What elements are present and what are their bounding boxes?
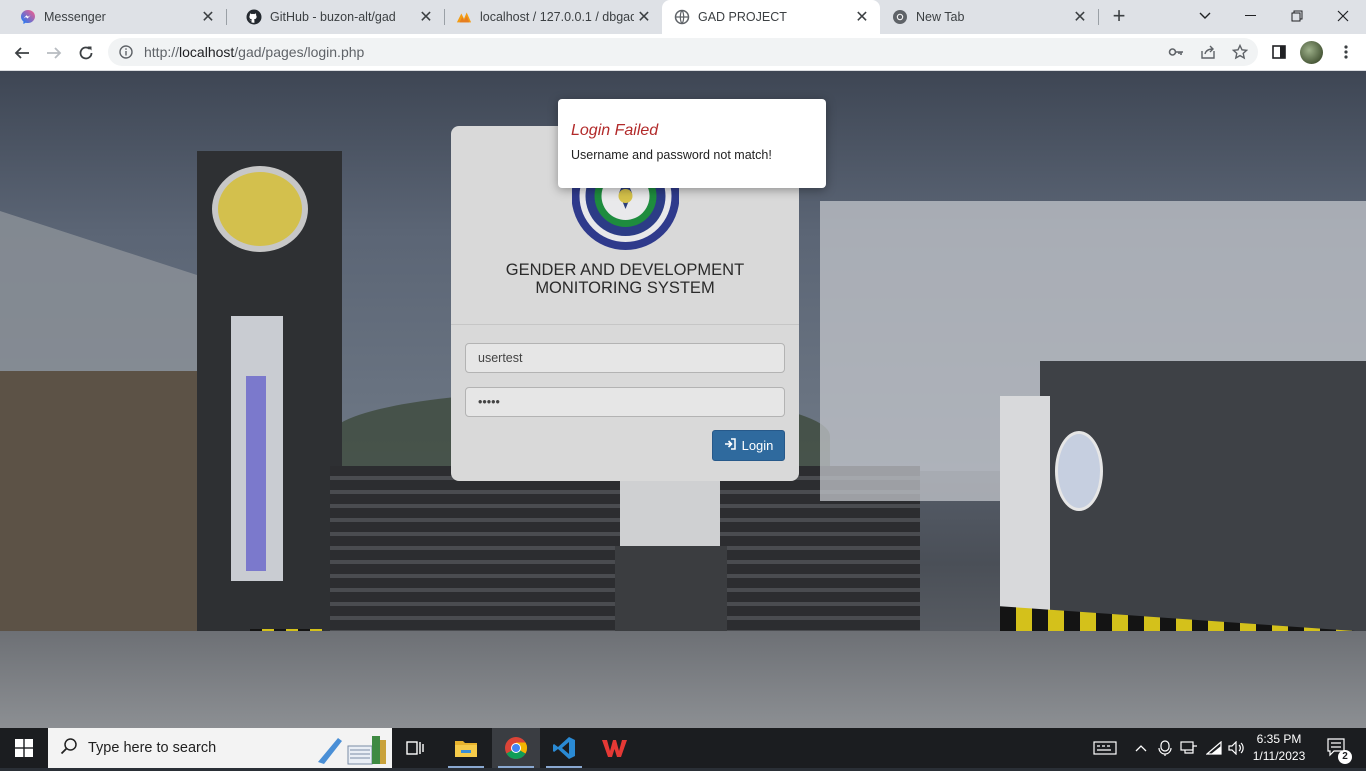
close-tab-icon[interactable]: ✕ xyxy=(852,7,872,27)
chrome-icon xyxy=(892,9,908,25)
share-icon[interactable] xyxy=(1195,39,1221,65)
reload-icon[interactable] xyxy=(72,39,100,67)
new-tab-button[interactable]: + xyxy=(1108,5,1130,28)
search-icon xyxy=(60,737,78,760)
search-highlight-icon xyxy=(316,732,388,771)
password-field[interactable] xyxy=(465,387,785,417)
messenger-icon xyxy=(20,9,36,25)
back-icon[interactable] xyxy=(8,39,36,67)
tab-phpmyadmin[interactable]: localhost / 127.0.0.1 / dbgadp ✕ xyxy=(444,0,662,34)
tab-messenger[interactable]: Messenger ✕ xyxy=(0,0,226,34)
tab-title: New Tab xyxy=(916,10,965,24)
card-divider xyxy=(451,324,799,325)
github-icon xyxy=(246,9,262,25)
wps-office-icon[interactable] xyxy=(590,728,638,768)
close-tab-icon[interactable]: ✕ xyxy=(1070,7,1090,27)
tab-title: Messenger xyxy=(44,10,106,24)
chrome-taskbar-icon[interactable] xyxy=(492,728,540,768)
system-title: GENDER AND DEVELOPMENT MONITORING SYSTEM xyxy=(505,261,745,297)
system-clock[interactable]: 6:35 PM 1/11/2023 xyxy=(1250,731,1308,765)
notification-center-icon[interactable]: 2 xyxy=(1318,728,1358,768)
file-explorer-icon[interactable] xyxy=(442,728,490,768)
page-content: GENDER AND DEVELOPMENT MONITORING SYSTEM… xyxy=(0,71,1366,728)
browser-toolbar: http://localhost/gad/pages/login.php xyxy=(0,34,1366,71)
phpmyadmin-icon xyxy=(456,9,472,25)
login-button[interactable]: Login xyxy=(712,430,785,461)
meet-now-icon[interactable] xyxy=(1154,728,1176,768)
tab-new-tab[interactable]: New Tab ✕ xyxy=(880,0,1098,34)
info-icon[interactable] xyxy=(108,45,144,59)
close-tab-icon[interactable]: ✕ xyxy=(416,7,436,27)
globe-icon xyxy=(674,9,690,25)
profile-avatar[interactable] xyxy=(1300,41,1323,64)
close-tab-icon[interactable]: ✕ xyxy=(198,7,218,27)
volume-icon[interactable] xyxy=(1226,728,1248,768)
clock-time: 6:35 PM xyxy=(1256,732,1302,746)
minimize-icon[interactable] xyxy=(1228,0,1274,32)
wifi-icon[interactable] xyxy=(1202,728,1226,768)
windows-taskbar: Type here to search 6:35 PM 1/11/2023 2 xyxy=(0,728,1366,768)
search-placeholder: Type here to search xyxy=(88,740,217,756)
url-host: localhost xyxy=(179,44,235,60)
network-ethernet-icon[interactable] xyxy=(1177,728,1201,768)
tab-title: GAD PROJECT xyxy=(698,10,787,24)
url-path: /gad/pages/login.php xyxy=(234,44,365,60)
login-button-label: Login xyxy=(741,438,774,453)
sign-in-icon xyxy=(724,438,736,453)
bookmark-star-icon[interactable] xyxy=(1227,39,1253,65)
forward-icon[interactable] xyxy=(40,39,68,67)
login-failed-alert: Login Failed Username and password not m… xyxy=(558,99,826,188)
alert-title: Login Failed xyxy=(571,122,659,139)
windows-start-icon[interactable] xyxy=(0,728,48,768)
tab-title: GitHub - buzon-alt/gad xyxy=(270,10,396,24)
university-seal-logo xyxy=(572,181,679,251)
tab-search-icon[interactable] xyxy=(1182,0,1228,32)
browser-tab-strip: Messenger ✕ GitHub - buzon-alt/gad ✕ loc… xyxy=(0,0,1366,34)
close-window-icon[interactable] xyxy=(1320,0,1366,32)
username-field[interactable] xyxy=(465,343,785,373)
vscode-icon[interactable] xyxy=(540,728,588,768)
key-icon[interactable] xyxy=(1163,39,1189,65)
tab-github[interactable]: GitHub - buzon-alt/gad ✕ xyxy=(226,0,444,34)
clock-date: 1/11/2023 xyxy=(1252,749,1306,763)
address-bar[interactable]: http://localhost/gad/pages/login.php xyxy=(108,38,1258,66)
url-scheme: http:// xyxy=(144,44,180,60)
notification-badge: 2 xyxy=(1338,750,1352,764)
tab-title: localhost / 127.0.0.1 / dbgadp xyxy=(480,10,634,24)
tab-separator xyxy=(1098,9,1099,25)
show-hidden-icons-chevron-icon[interactable] xyxy=(1130,728,1152,768)
side-panel-icon[interactable] xyxy=(1266,39,1292,65)
restore-icon[interactable] xyxy=(1274,0,1320,32)
menu-kebab-icon[interactable] xyxy=(1333,39,1359,65)
background-signage xyxy=(198,259,326,309)
input-indicator-icon[interactable] xyxy=(1090,728,1120,768)
alert-message: Username and password not match! xyxy=(571,148,772,162)
tab-gad-project[interactable]: GAD PROJECT ✕ xyxy=(662,0,880,34)
url-text: http://localhost/gad/pages/login.php xyxy=(144,44,364,60)
task-view-icon[interactable] xyxy=(392,728,440,768)
close-tab-icon[interactable]: ✕ xyxy=(634,7,654,27)
taskbar-search-box[interactable]: Type here to search xyxy=(48,728,392,768)
